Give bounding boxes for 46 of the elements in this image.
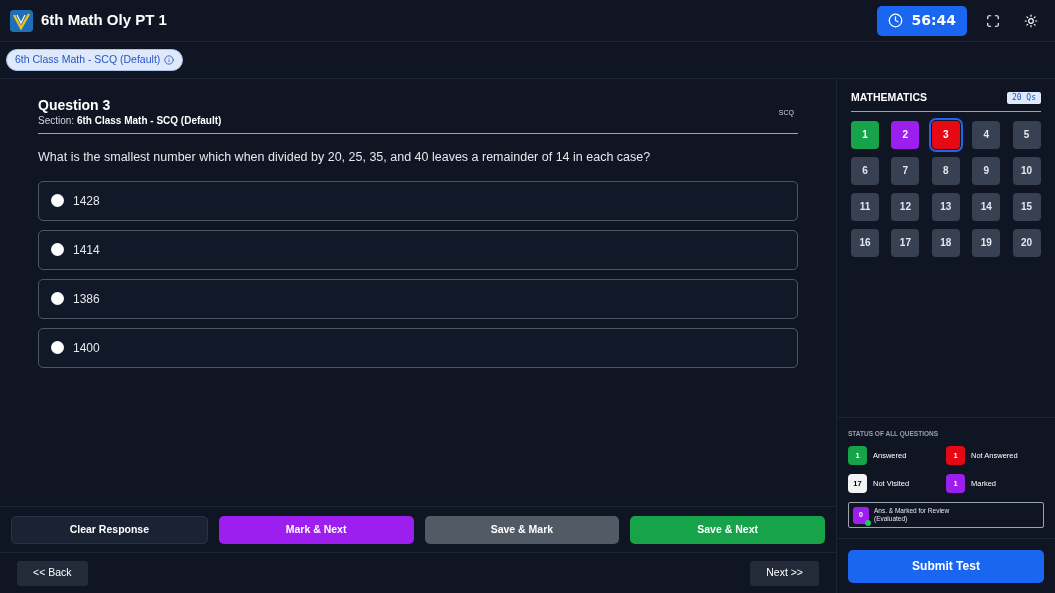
question-number-button[interactable]: 5 (1012, 120, 1041, 149)
question-number-button[interactable]: 17 (891, 228, 920, 257)
timer: 56:44 (877, 5, 967, 36)
answer-option[interactable]: 1400 (38, 327, 798, 368)
question-number-button[interactable]: 15 (1012, 192, 1041, 221)
question-number-button[interactable]: 19 (972, 228, 1001, 257)
info-icon (164, 55, 175, 65)
question-number-button[interactable]: 12 (891, 192, 920, 221)
question-number-button[interactable]: 8 (931, 156, 960, 185)
action-button[interactable]: Save & Mark (424, 515, 620, 544)
radio-button[interactable] (51, 243, 64, 257)
question-number-button[interactable]: 13 (931, 192, 960, 221)
answer-option[interactable]: 1414 (38, 229, 798, 270)
question-number-button[interactable]: 14 (972, 192, 1001, 221)
question-number-button[interactable]: 11 (851, 192, 879, 221)
question-number-button[interactable]: 3 (931, 120, 960, 149)
question-count: 20 Qs (1006, 91, 1041, 104)
logo-icon (10, 9, 33, 32)
action-button[interactable]: Mark & Next (218, 515, 414, 544)
question-number-button[interactable]: 7 (891, 156, 920, 185)
radio-button[interactable] (51, 341, 64, 355)
question-number-button[interactable]: 6 (851, 156, 879, 185)
question-text: What is the smallest number which when divided by 20, 25, 35, and 40 leaves a remainder of 14 in each case? (38, 149, 652, 166)
back-button[interactable]: << Back (17, 560, 88, 586)
radio-button[interactable] (51, 292, 64, 306)
clock-icon (888, 13, 904, 28)
question-number-button[interactable]: 9 (972, 156, 1001, 185)
answer-option[interactable]: 1386 (38, 278, 798, 319)
sun-icon (1024, 13, 1038, 28)
app-title: 6th Math Oly PT 1 (41, 10, 167, 31)
answer-option[interactable]: 1428 (38, 180, 798, 221)
subject-title: MATHEMATICS (851, 90, 928, 105)
question-number-button[interactable]: 2 (891, 120, 920, 149)
fullscreen-icon (986, 13, 1000, 28)
section-chip[interactable]: 6th Class Math - SCQ (Default) (6, 49, 184, 71)
question-number-button[interactable]: 16 (851, 228, 879, 257)
section-text: Section: 6th Class Math - SCQ (Default) (38, 114, 222, 128)
question-title: Question 3 (38, 96, 112, 114)
action-button[interactable]: Clear Response (11, 515, 208, 544)
radio-button[interactable] (51, 194, 64, 208)
question-number-button[interactable]: 4 (972, 120, 1001, 149)
question-number-button[interactable]: 20 (1012, 228, 1041, 257)
question-number-button[interactable]: 18 (931, 228, 960, 257)
submit-button[interactable]: Submit Test (848, 549, 1044, 583)
next-button[interactable]: Next >> (750, 560, 819, 586)
question-number-button[interactable]: 10 (1012, 156, 1041, 185)
